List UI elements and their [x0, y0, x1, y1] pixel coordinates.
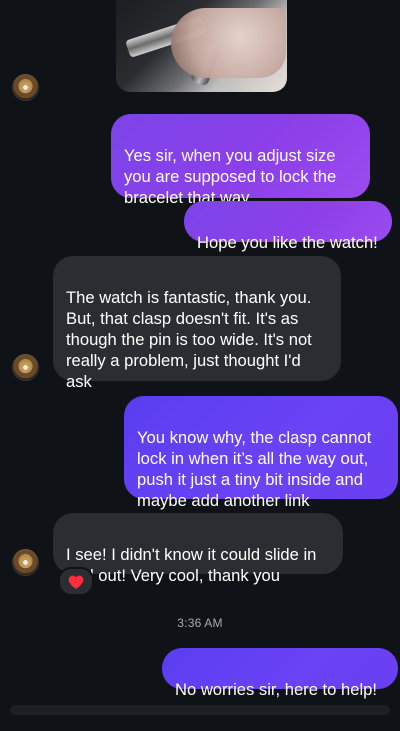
received-message-bubble[interactable]: I see! I didn't know it could slide in a…: [53, 513, 343, 585]
watch-photo-attachment[interactable]: [116, 0, 287, 92]
message-text: I see! I didn't know it could slide in a…: [66, 545, 317, 585]
hand-graphic: [171, 8, 286, 78]
message-timestamp: 3:36 AM: [177, 616, 223, 630]
avatar-emblem: [20, 557, 31, 568]
heart-reaction-icon: [68, 575, 84, 589]
message-text: The watch is fantastic, thank you. But, …: [66, 288, 312, 391]
composer-area: [0, 703, 400, 715]
contact-avatar-icon[interactable]: [12, 74, 39, 101]
avatar-emblem: [20, 82, 31, 93]
sent-message-bubble[interactable]: You know why, the clasp cannot lock in w…: [124, 396, 398, 510]
received-message-bubble[interactable]: The watch is fantastic, thank you. But, …: [53, 256, 341, 391]
sent-message-bubble[interactable]: Hope you like the watch!: [184, 201, 392, 252]
avatar-emblem: [20, 362, 31, 373]
message-reaction[interactable]: [58, 567, 94, 596]
message-input[interactable]: [10, 705, 390, 715]
sent-message-bubble[interactable]: Yes sir, when you adjust size you are su…: [111, 114, 370, 207]
contact-avatar-icon[interactable]: [12, 549, 39, 576]
contact-avatar-icon[interactable]: [12, 354, 39, 381]
sent-message-bubble[interactable]: No worries sir, here to help!: [162, 648, 398, 699]
message-text: You know why, the clasp cannot lock in w…: [137, 428, 372, 510]
